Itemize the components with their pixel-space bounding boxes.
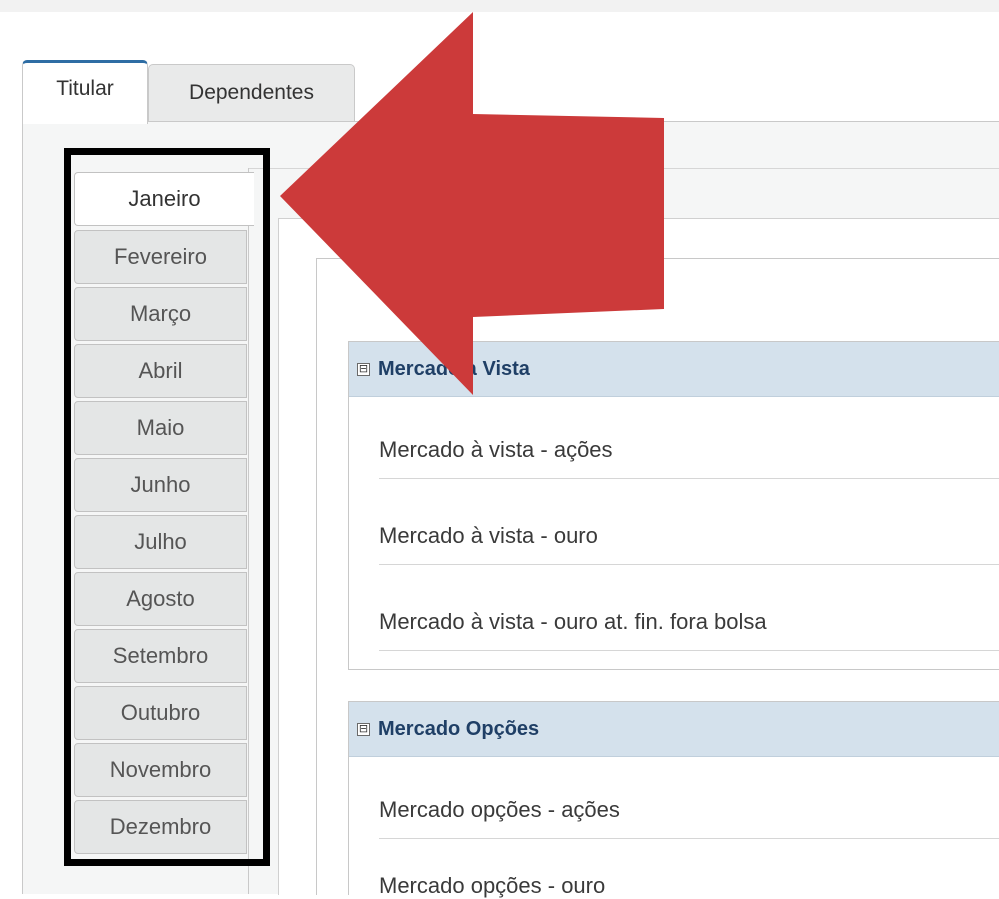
- row-label: Mercado à vista - ouro at. fin. fora bol…: [379, 609, 767, 634]
- tab-dependentes-label: Dependentes: [189, 81, 314, 104]
- section-mercado-a-vista: ⊟ Mercado à Vista Mercado à vista - açõe…: [348, 341, 999, 670]
- row-label: Mercado à vista - ações: [379, 437, 613, 462]
- month-tab-dezembro[interactable]: Dezembro: [74, 800, 247, 854]
- month-tab-label: Maio: [136, 415, 185, 440]
- month-tab-label: Outubro: [120, 700, 201, 725]
- list-item[interactable]: Mercado à vista - ouro: [379, 479, 999, 565]
- month-tab-junho[interactable]: Junho: [74, 458, 247, 512]
- month-tab-outubro[interactable]: Outubro: [74, 686, 247, 740]
- section-title: Mercado Opções: [378, 717, 540, 740]
- row-label: Mercado opções - ações: [379, 797, 620, 822]
- row-label: Mercado opções - ouro: [379, 873, 606, 898]
- month-tab-janeiro[interactable]: Janeiro: [74, 172, 254, 226]
- month-tab-label: Novembro: [109, 757, 212, 782]
- section-title: Mercado à Vista: [378, 357, 530, 380]
- month-tab-label: Janeiro: [128, 186, 201, 211]
- month-tab-label: Março: [129, 301, 192, 326]
- month-tab-label: Abril: [138, 358, 183, 383]
- section-header[interactable]: ⊟ Mercado Opções: [349, 702, 999, 757]
- tab-strip-border: [22, 121, 999, 122]
- month-tab-novembro[interactable]: Novembro: [74, 743, 247, 797]
- month-tab-julho[interactable]: Julho: [74, 515, 247, 569]
- month-tabs-separator: [248, 168, 249, 894]
- section-mercado-opcoes: ⊟ Mercado Opções Mercado opções - ações …: [348, 701, 999, 898]
- month-tab-label: Julho: [134, 529, 187, 554]
- month-tab-maio[interactable]: Maio: [74, 401, 247, 455]
- row-label: Mercado à vista - ouro: [379, 523, 598, 548]
- month-tab-setembro[interactable]: Setembro: [74, 629, 247, 683]
- list-item[interactable]: Mercado à vista - ações: [379, 397, 999, 479]
- month-tab-marco[interactable]: Março: [74, 287, 247, 341]
- tab-titular[interactable]: Titular: [22, 60, 148, 124]
- collapse-icon[interactable]: ⊟: [357, 362, 370, 376]
- inner-divider: [248, 168, 999, 169]
- month-tab-abril[interactable]: Abril: [74, 344, 247, 398]
- month-tab-label: Setembro: [112, 643, 209, 668]
- list-item[interactable]: Mercado à vista - ouro at. fin. fora bol…: [379, 565, 999, 651]
- list-item[interactable]: Mercado opções - ouro: [379, 839, 999, 899]
- month-tab-label: Junho: [130, 472, 191, 497]
- collapse-icon[interactable]: ⊟: [357, 722, 370, 736]
- month-tab-fevereiro[interactable]: Fevereiro: [74, 230, 247, 284]
- top-strip: [0, 0, 999, 12]
- month-tab-agosto[interactable]: Agosto: [74, 572, 247, 626]
- tab-dependentes[interactable]: Dependentes: [148, 64, 355, 121]
- list-item[interactable]: Mercado opções - ações: [379, 757, 999, 839]
- month-tab-label: Dezembro: [109, 814, 212, 839]
- month-tab-label: Fevereiro: [114, 244, 207, 269]
- month-tab-label: Agosto: [126, 586, 195, 611]
- section-header[interactable]: ⊟ Mercado à Vista: [349, 342, 999, 397]
- tab-titular-label: Titular: [56, 77, 114, 100]
